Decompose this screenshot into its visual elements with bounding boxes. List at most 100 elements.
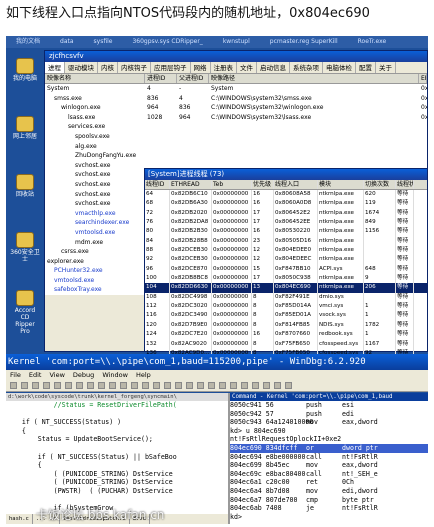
thread-column-header[interactable]: Teb bbox=[212, 180, 252, 189]
toolbar-button-icon[interactable] bbox=[54, 382, 61, 389]
thread-row[interactable]: 132 0x82AC9020 0x00000000 8 0xF75FB650 cfossp… bbox=[145, 339, 427, 349]
toolbar-button-icon[interactable] bbox=[219, 382, 226, 389]
menu-item-window[interactable]: Window bbox=[98, 370, 132, 380]
process-row[interactable]: smss.exe 836 4 C:\WINDOWS\system32\smss.exe… bbox=[45, 93, 427, 104]
kd-prompt[interactable]: kd> bbox=[230, 513, 428, 522]
toolbar-button-icon[interactable] bbox=[32, 382, 39, 389]
tab-9[interactable]: 系统杂项 bbox=[290, 62, 323, 73]
tab-12[interactable]: 关于 bbox=[376, 62, 396, 73]
tab-3[interactable]: 内核钩子 bbox=[118, 62, 151, 73]
toolbar-button-icon[interactable] bbox=[76, 382, 83, 389]
toolbar-button-icon[interactable] bbox=[43, 382, 50, 389]
thread-column-header[interactable]: 模块 bbox=[318, 180, 364, 189]
tab-10[interactable]: 电脑体检 bbox=[323, 62, 356, 73]
thread-row[interactable]: 124 0x82DC7E20 0x00000000 16 0xF8707660 redbo… bbox=[145, 330, 427, 340]
desktop-top-item[interactable]: 360gpsv.sys CDRipper_ bbox=[132, 38, 202, 45]
toolbar-button-icon[interactable] bbox=[186, 382, 193, 389]
toolbar-button-icon[interactable] bbox=[131, 382, 138, 389]
source-tab[interactable]: hash.c bbox=[6, 514, 33, 524]
toolbar-button-icon[interactable] bbox=[263, 382, 270, 389]
tab-11[interactable]: 配置 bbox=[356, 62, 376, 73]
thread-row[interactable]: 96 0x82DCE870 0x00000000 15 0xF847BB10 ACPI.s… bbox=[145, 264, 427, 275]
desktop-icon[interactable]: 360安全卫士 bbox=[10, 230, 40, 270]
toolbar-button-icon[interactable] bbox=[153, 382, 160, 389]
thread-row[interactable]: 112 0x82DC3020 0x00000000 8 0xF85D014A vmci.s… bbox=[145, 302, 427, 312]
process-column-header[interactable]: 映像名称 bbox=[45, 74, 145, 83]
tab-0[interactable]: 进程 bbox=[45, 62, 65, 73]
toolbar-button-icon[interactable] bbox=[10, 382, 17, 389]
process-row[interactable]: winlogon.exe 964 836 C:\WINDOWS\system32\wi… bbox=[45, 103, 427, 113]
thread-row[interactable]: 100 0x82DB8BC8 0x00000000 17 0x8050C938 ntkrn… bbox=[145, 274, 427, 284]
process-column-header[interactable]: 映像路径 bbox=[209, 74, 419, 83]
tab-4[interactable]: 应用层钩子 bbox=[151, 62, 191, 73]
desktop-icon[interactable]: Accord CD Ripper Pro bbox=[10, 288, 40, 335]
tab-2[interactable]: 内核 bbox=[98, 62, 118, 73]
thread-row[interactable]: 72 0x82DB2020 0x00000000 17 0x806452E2 ntkrnl… bbox=[145, 208, 427, 219]
toolbar-button-icon[interactable] bbox=[274, 382, 281, 389]
thread-row[interactable]: 116 0x82DC3490 0x00000000 8 0xF85ED01A vsock.… bbox=[145, 311, 427, 321]
toolbar-button-icon[interactable] bbox=[252, 382, 259, 389]
toolbar-button-icon[interactable] bbox=[109, 382, 116, 389]
desktop-top-item[interactable]: data bbox=[60, 38, 74, 45]
toolbar-button-icon[interactable] bbox=[87, 382, 94, 389]
process-row[interactable]: services.exe bbox=[45, 122, 427, 132]
toolbar-button-icon[interactable] bbox=[142, 382, 149, 389]
desktop-icon[interactable]: 我的电脑 bbox=[10, 56, 40, 96]
thread-row-selected[interactable]: 104 0x82DD6630 0x00000000 13 0x804EC690 ntkrn… bbox=[145, 283, 427, 293]
desktop-top-item[interactable]: kwnstupl bbox=[223, 38, 250, 45]
process-column-header[interactable]: EPROCESS bbox=[419, 74, 427, 83]
thread-row[interactable]: 92 0x82DCEB30 0x00000000 12 0x804EDEEC ntkrnl… bbox=[145, 255, 427, 265]
desktop-top-item[interactable]: RoeTr.exe bbox=[358, 38, 387, 45]
tab-5[interactable]: 网络 bbox=[191, 62, 211, 73]
tab-8[interactable]: 启动信息 bbox=[257, 62, 290, 73]
toolbar-button-icon[interactable] bbox=[230, 382, 237, 389]
thread-column-header[interactable]: 线程状态 bbox=[396, 180, 414, 189]
menu-item-file[interactable]: File bbox=[6, 370, 25, 380]
tab-6[interactable]: 注册表 bbox=[211, 62, 237, 73]
process-row[interactable]: spoolsv.exe bbox=[45, 131, 427, 142]
desktop-top-item[interactable]: 我的文档 bbox=[16, 38, 40, 45]
desktop-icon[interactable]: 回收站 bbox=[10, 172, 40, 212]
toolbar-button-icon[interactable] bbox=[120, 382, 127, 389]
process-row[interactable]: System 4 - System 0x82D897C0 bbox=[45, 84, 427, 94]
menu-item-debug[interactable]: Debug bbox=[69, 370, 98, 380]
command-pane[interactable]: Command - Kernel 'com:port=\\.\pipe\com_… bbox=[230, 393, 428, 524]
toolbar-button-icon[interactable] bbox=[285, 382, 292, 389]
menu-item-edit[interactable]: Edit bbox=[25, 370, 46, 380]
tab-7[interactable]: 文件 bbox=[237, 62, 257, 73]
thread-row[interactable]: 88 0x82DCEB30 0x00000000 12 0x804EDEE0 ntkrnl… bbox=[145, 246, 427, 256]
thread-column-header[interactable]: 线程ID bbox=[145, 180, 170, 189]
desktop-top-item[interactable]: pcmaster.reg SuperKill bbox=[270, 38, 338, 45]
menu-item-view[interactable]: View bbox=[45, 370, 68, 380]
toolbar-button-icon[interactable] bbox=[175, 382, 182, 389]
desktop-icon[interactable]: 网上邻居 bbox=[10, 114, 40, 154]
thread-column-header[interactable]: 切换次数 bbox=[364, 180, 396, 189]
menu-item-help[interactable]: Help bbox=[132, 370, 155, 380]
thread-row[interactable]: 120 0x82D7B9E0 0x00000000 8 0xF814FB85 NDIS.s… bbox=[145, 320, 427, 331]
thread-column-header[interactable]: 线程入口 bbox=[274, 180, 318, 189]
toolbar-button-icon[interactable] bbox=[197, 382, 204, 389]
thread-row[interactable]: 68 0x82DB6A30 0x00000000 16 0x8060A0D8 ntkrnl… bbox=[145, 199, 427, 209]
process-row[interactable]: ZhuDongFangYu.exe bbox=[45, 151, 427, 161]
process-row[interactable]: alg.exe bbox=[45, 141, 427, 152]
thread-row[interactable]: 76 0x82DB2DA8 0x00000000 17 0x806452EE ntkrnl… bbox=[145, 218, 427, 228]
process-column-header[interactable]: 父进程ID bbox=[177, 74, 209, 83]
thread-column-header[interactable]: ETHREAD bbox=[170, 180, 212, 189]
thread-row[interactable]: 108 0x82DC4998 0x00000000 8 0xF82F491E dmio.s… bbox=[145, 292, 427, 303]
thread-column-header[interactable]: 优先级 bbox=[252, 180, 274, 189]
toolbar-button-icon[interactable] bbox=[21, 382, 28, 389]
toolbar-button-icon[interactable] bbox=[98, 382, 105, 389]
desktop-top-item[interactable]: sysfile bbox=[94, 38, 113, 45]
tab-1[interactable]: 驱动模块 bbox=[65, 62, 98, 73]
toolbar-button-icon[interactable] bbox=[208, 382, 215, 389]
toolbar-button-icon[interactable] bbox=[241, 382, 248, 389]
toolbar-button-icon[interactable] bbox=[164, 382, 171, 389]
thread-row[interactable]: 64 0x82DB6C10 0x00000000 16 0x80608A58 ntkrnl… bbox=[145, 190, 427, 200]
process-row[interactable]: lsass.exe 1028 964 C:\WINDOWS\system32\lsas… bbox=[45, 112, 427, 123]
thread-row[interactable]: 84 0x82DB28B8 0x00000000 23 0x80505D16 ntkrnl… bbox=[145, 236, 427, 247]
thread-cell: 0x80505D16 bbox=[274, 236, 318, 247]
thread-row[interactable]: 80 0x82DB2B30 0x00000000 16 0x80530220 ntkrnl… bbox=[145, 227, 427, 237]
toolbar-button-icon[interactable] bbox=[65, 382, 72, 389]
source-pane[interactable]: d:\work\code\syscode\trunk\kernel_forgen… bbox=[6, 393, 228, 524]
process-column-header[interactable]: 进程ID bbox=[145, 74, 177, 83]
